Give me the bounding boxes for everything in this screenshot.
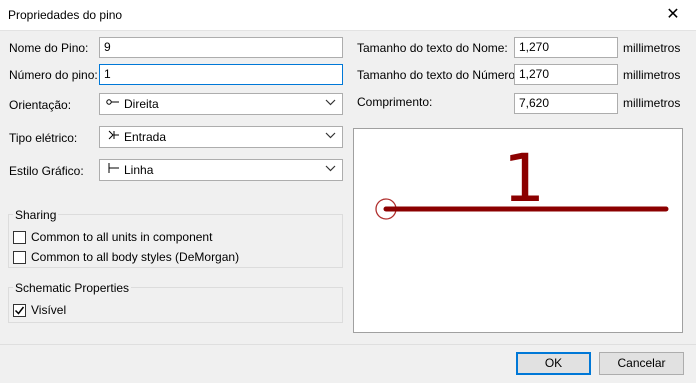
dialog-footer: OK Cancelar xyxy=(0,344,696,383)
common-units-label: Common to all units in component xyxy=(31,230,213,244)
electrical-type-select[interactable]: Entrada xyxy=(99,126,343,148)
orientation-label: Orientação: xyxy=(9,98,72,112)
checkbox-box[interactable] xyxy=(13,230,26,244)
preview-pin-number: 1 xyxy=(503,140,545,217)
common-body-styles-label: Common to all body styles (DeMorgan) xyxy=(31,250,240,264)
checkmark-icon xyxy=(14,306,25,315)
name-text-size-label: Tamanho do texto do Nome: xyxy=(357,41,508,55)
number-text-size-label: Tamanho do texto do Número: xyxy=(357,68,519,82)
common-body-styles-checkbox[interactable]: Common to all body styles (DeMorgan) xyxy=(13,250,239,264)
graphic-style-value: Linha xyxy=(124,163,154,177)
electrical-type-value: Entrada xyxy=(124,130,167,144)
pin-right-icon xyxy=(106,96,120,112)
close-icon[interactable]: ✕ xyxy=(650,0,696,30)
input-arrow-icon xyxy=(106,129,120,145)
chevron-down-icon xyxy=(325,132,336,139)
chevron-down-icon xyxy=(325,99,336,106)
electrical-type-label: Tipo elétrico: xyxy=(9,131,78,145)
visible-checkbox[interactable]: Visível xyxy=(13,303,66,317)
chevron-down-icon xyxy=(325,165,336,172)
line-style-icon xyxy=(106,162,120,178)
number-text-size-unit: millimetros xyxy=(623,68,681,82)
window-title: Propriedades do pino xyxy=(8,8,123,22)
pin-preview: 1 xyxy=(353,128,683,333)
orientation-select[interactable]: Direita xyxy=(99,93,343,115)
checkbox-box[interactable] xyxy=(13,303,26,317)
pin-number-label: Número do pino: xyxy=(9,68,98,82)
name-text-size-input[interactable]: 1,270 xyxy=(514,37,618,58)
ok-button[interactable]: OK xyxy=(516,352,591,375)
schematic-title: Schematic Properties xyxy=(13,281,132,295)
length-label: Comprimento: xyxy=(357,95,433,109)
sharing-title: Sharing xyxy=(13,208,59,222)
pin-name-label: Nome do Pino: xyxy=(9,41,89,55)
cancel-button[interactable]: Cancelar xyxy=(599,352,684,375)
number-text-size-input[interactable]: 1,270 xyxy=(514,64,618,85)
length-unit: millimetros xyxy=(623,96,681,110)
orientation-value: Direita xyxy=(124,97,159,111)
title-bar: Propriedades do pino ✕ xyxy=(0,0,696,31)
preview-canvas: 1 xyxy=(375,140,669,220)
graphic-style-select[interactable]: Linha xyxy=(99,159,343,181)
common-units-checkbox[interactable]: Common to all units in component xyxy=(13,230,212,244)
checkbox-box[interactable] xyxy=(13,250,26,264)
pin-name-input[interactable]: 9 xyxy=(99,37,343,58)
name-text-size-unit: millimetros xyxy=(623,41,681,55)
pin-number-input[interactable]: 1 xyxy=(99,64,343,85)
graphic-style-label: Estilo Gráfico: xyxy=(9,164,84,178)
visible-label: Visível xyxy=(31,303,67,317)
length-input[interactable]: 7,620 xyxy=(514,93,618,114)
